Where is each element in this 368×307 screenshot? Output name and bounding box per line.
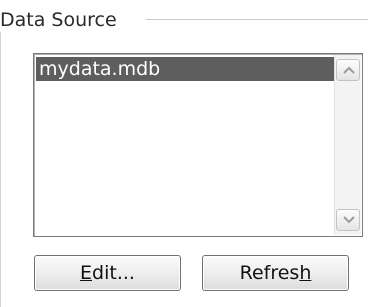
scroll-up-button[interactable] bbox=[336, 59, 360, 81]
data-source-listbox[interactable]: mydata.mdb bbox=[33, 53, 363, 237]
list-item[interactable]: mydata.mdb bbox=[36, 57, 334, 81]
mnemonic-underline: E bbox=[80, 262, 93, 284]
groupbox-border bbox=[0, 20, 1, 307]
scroll-down-button[interactable] bbox=[336, 209, 360, 231]
refresh-button[interactable]: Refresh bbox=[202, 255, 349, 291]
mnemonic-underline: h bbox=[299, 262, 312, 284]
chevron-up-icon bbox=[343, 66, 355, 74]
list-items: mydata.mdb bbox=[36, 57, 334, 81]
groupbox-border-top bbox=[146, 19, 368, 20]
vertical-scrollbar[interactable] bbox=[334, 55, 361, 235]
edit-button[interactable]: Edit... bbox=[34, 255, 181, 291]
refresh-button-label: Refresh bbox=[239, 262, 312, 284]
group-title: Data Source bbox=[0, 8, 121, 32]
chevron-down-icon bbox=[343, 216, 355, 224]
edit-button-label: Edit... bbox=[80, 262, 135, 284]
